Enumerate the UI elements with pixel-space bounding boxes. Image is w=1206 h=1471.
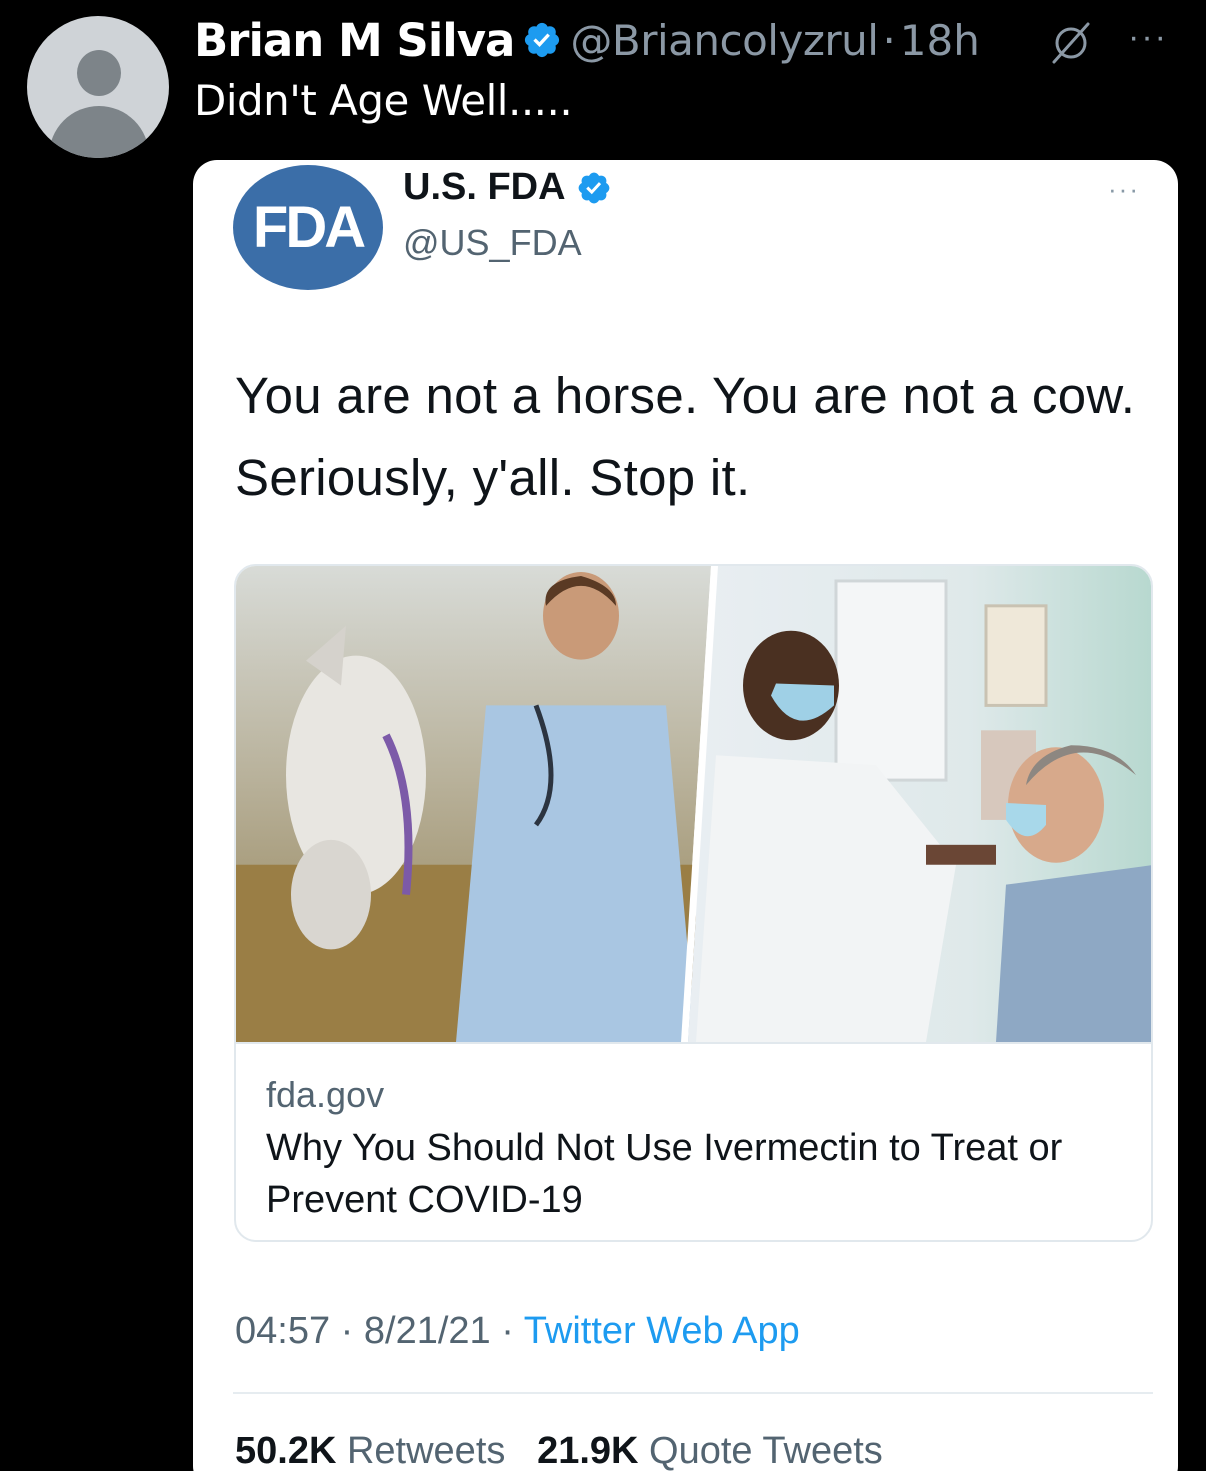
- embedded-tweet-text: You are not a horse. You are not a cow. …: [235, 367, 1136, 506]
- divider: [233, 1392, 1153, 1394]
- embedded-image[interactable]: FDA U.S. FDA @US_FDA ··· You are not a h…: [193, 160, 1178, 1471]
- embedded-author-name: U.S. FDA: [403, 166, 566, 208]
- avatar[interactable]: [27, 16, 169, 158]
- embedded-tweet-stats: 50.2K Retweets 21.9K Quote Tweets: [235, 1430, 883, 1471]
- meta-separator: ·: [340, 1310, 354, 1352]
- meta-time: 04:57: [235, 1310, 331, 1352]
- retweets-label: Retweets: [346, 1430, 506, 1471]
- link-card-domain: fda.gov: [266, 1074, 385, 1115]
- author-name[interactable]: Brian M Silva: [194, 14, 515, 67]
- avatar-head: [77, 50, 121, 96]
- link-card-title: Why You Should Not Use Ivermectin to Tre…: [266, 1127, 1063, 1221]
- tweet-text: Didn't Age Well.....: [194, 76, 573, 125]
- embedded-tweet-meta: 04:57 · 8/21/21 · Twitter Web App: [235, 1310, 800, 1353]
- more-icon[interactable]: ···: [1128, 20, 1168, 54]
- link-card: fda.gov Why You Should Not Use Ivermecti…: [234, 564, 1153, 1242]
- link-card-photo: [236, 566, 1151, 1044]
- embedded-author-handle: @US_FDA: [403, 222, 582, 263]
- fda-logo: FDA: [233, 165, 383, 290]
- separator: ·: [882, 15, 896, 65]
- retweets-count: 50.2K: [235, 1430, 337, 1471]
- verified-badge-icon: [525, 22, 560, 58]
- meta-date: 8/21/21: [363, 1310, 491, 1352]
- meta-source: Twitter Web App: [523, 1310, 800, 1352]
- avatar-body: [49, 106, 149, 158]
- tweet-time[interactable]: 18h: [900, 16, 980, 65]
- author-handle[interactable]: @Briancolyzrul: [570, 16, 879, 65]
- verified-badge-icon: [578, 172, 609, 203]
- meta-separator: ·: [501, 1310, 514, 1352]
- embedded-author-line: U.S. FDA: [403, 166, 620, 209]
- embedded-more-icon: ···: [1108, 174, 1140, 204]
- tweet-author-line: Brian M Silva @Briancolyzrul · 18h: [194, 10, 980, 70]
- quotes-count: 21.9K: [537, 1430, 639, 1471]
- quotes-label: Quote Tweets: [649, 1430, 883, 1471]
- grok-icon[interactable]: [1048, 20, 1094, 66]
